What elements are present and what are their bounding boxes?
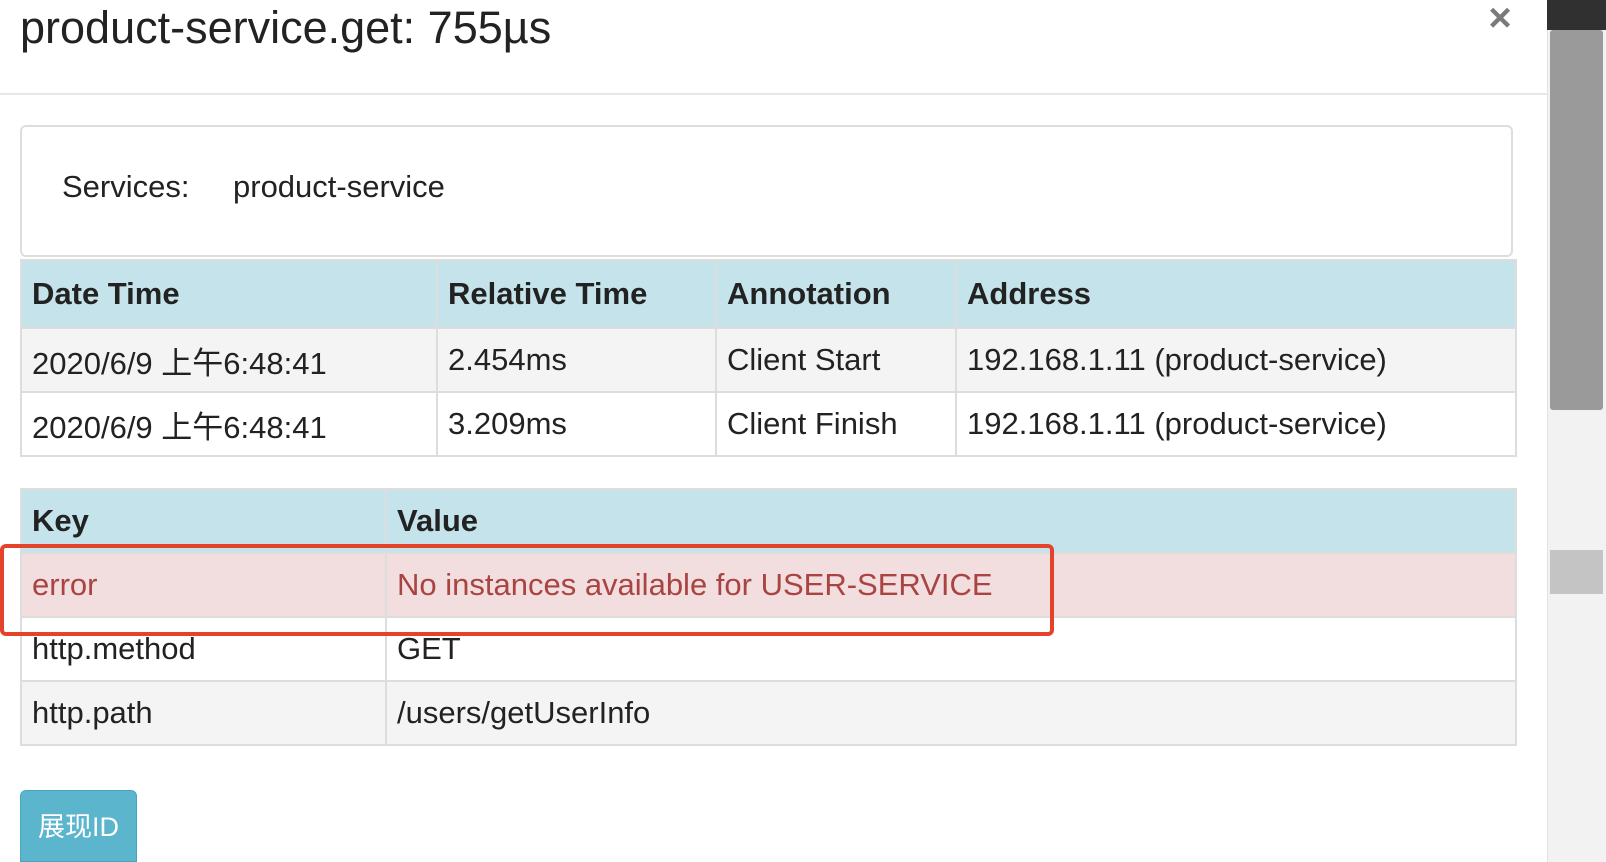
close-icon[interactable]: ×: [1482, 0, 1518, 38]
column-header-relative-time: Relative Time: [436, 259, 717, 329]
tag-value-cell: GET: [385, 616, 1517, 682]
scrollbar-top-cap: [1547, 0, 1606, 30]
tag-value-cell: /users/getUserInfo: [385, 680, 1517, 746]
column-header-address: Address: [955, 259, 1517, 329]
tag-key-cell: http.method: [20, 616, 387, 682]
date-time-cell: 2020/6/9 上午6:48:41: [20, 327, 438, 393]
column-header-date-time: Date Time: [20, 259, 438, 329]
address-cell: 192.168.1.11 (product-service): [955, 391, 1517, 457]
column-header-key: Key: [20, 488, 387, 554]
address-cell: 192.168.1.11 (product-service): [955, 327, 1517, 393]
tag-key-cell: http.path: [20, 680, 387, 746]
relative-time-cell: 2.454ms: [436, 327, 717, 393]
tags-header-row: Key Value: [20, 488, 1517, 554]
table-row-error: error No instances available for USER-SE…: [20, 552, 1517, 618]
annotations-header-row: Date Time Relative Time Annotation Addre…: [20, 259, 1517, 329]
date-time-cell: 2020/6/9 上午6:48:41: [20, 391, 438, 457]
annotations-table: Date Time Relative Time Annotation Addre…: [20, 259, 1517, 457]
table-row: http.method GET: [20, 616, 1517, 682]
services-panel: Services: product-service: [20, 125, 1513, 257]
services-value: product-service: [233, 169, 445, 204]
services-label: Services:: [62, 169, 190, 204]
modal-title: product-service.get: 755µs: [20, 2, 552, 53]
annotation-cell: Client Finish: [715, 391, 957, 457]
scrollbar-thumb[interactable]: [1550, 30, 1603, 410]
tag-value-cell: No instances available for USER-SERVICE: [385, 552, 1517, 618]
span-detail-modal: product-service.get: 755µs × Services: p…: [0, 0, 1547, 862]
tag-key-cell: error: [20, 552, 387, 618]
column-header-annotation: Annotation: [715, 259, 957, 329]
annotation-cell: Client Start: [715, 327, 957, 393]
column-header-value: Value: [385, 488, 1517, 554]
relative-time-cell: 3.209ms: [436, 391, 717, 457]
table-row: 2020/6/9 上午6:48:41 3.209ms Client Finish…: [20, 391, 1517, 457]
modal-header: product-service.get: 755µs ×: [0, 0, 1547, 95]
table-row: http.path /users/getUserInfo: [20, 680, 1517, 746]
tags-table: Key Value error No instances available f…: [20, 488, 1517, 746]
scrollbar-marker: [1550, 550, 1603, 594]
table-row: 2020/6/9 上午6:48:41 2.454ms Client Start …: [20, 327, 1517, 393]
show-id-button[interactable]: 展现ID: [20, 790, 137, 862]
